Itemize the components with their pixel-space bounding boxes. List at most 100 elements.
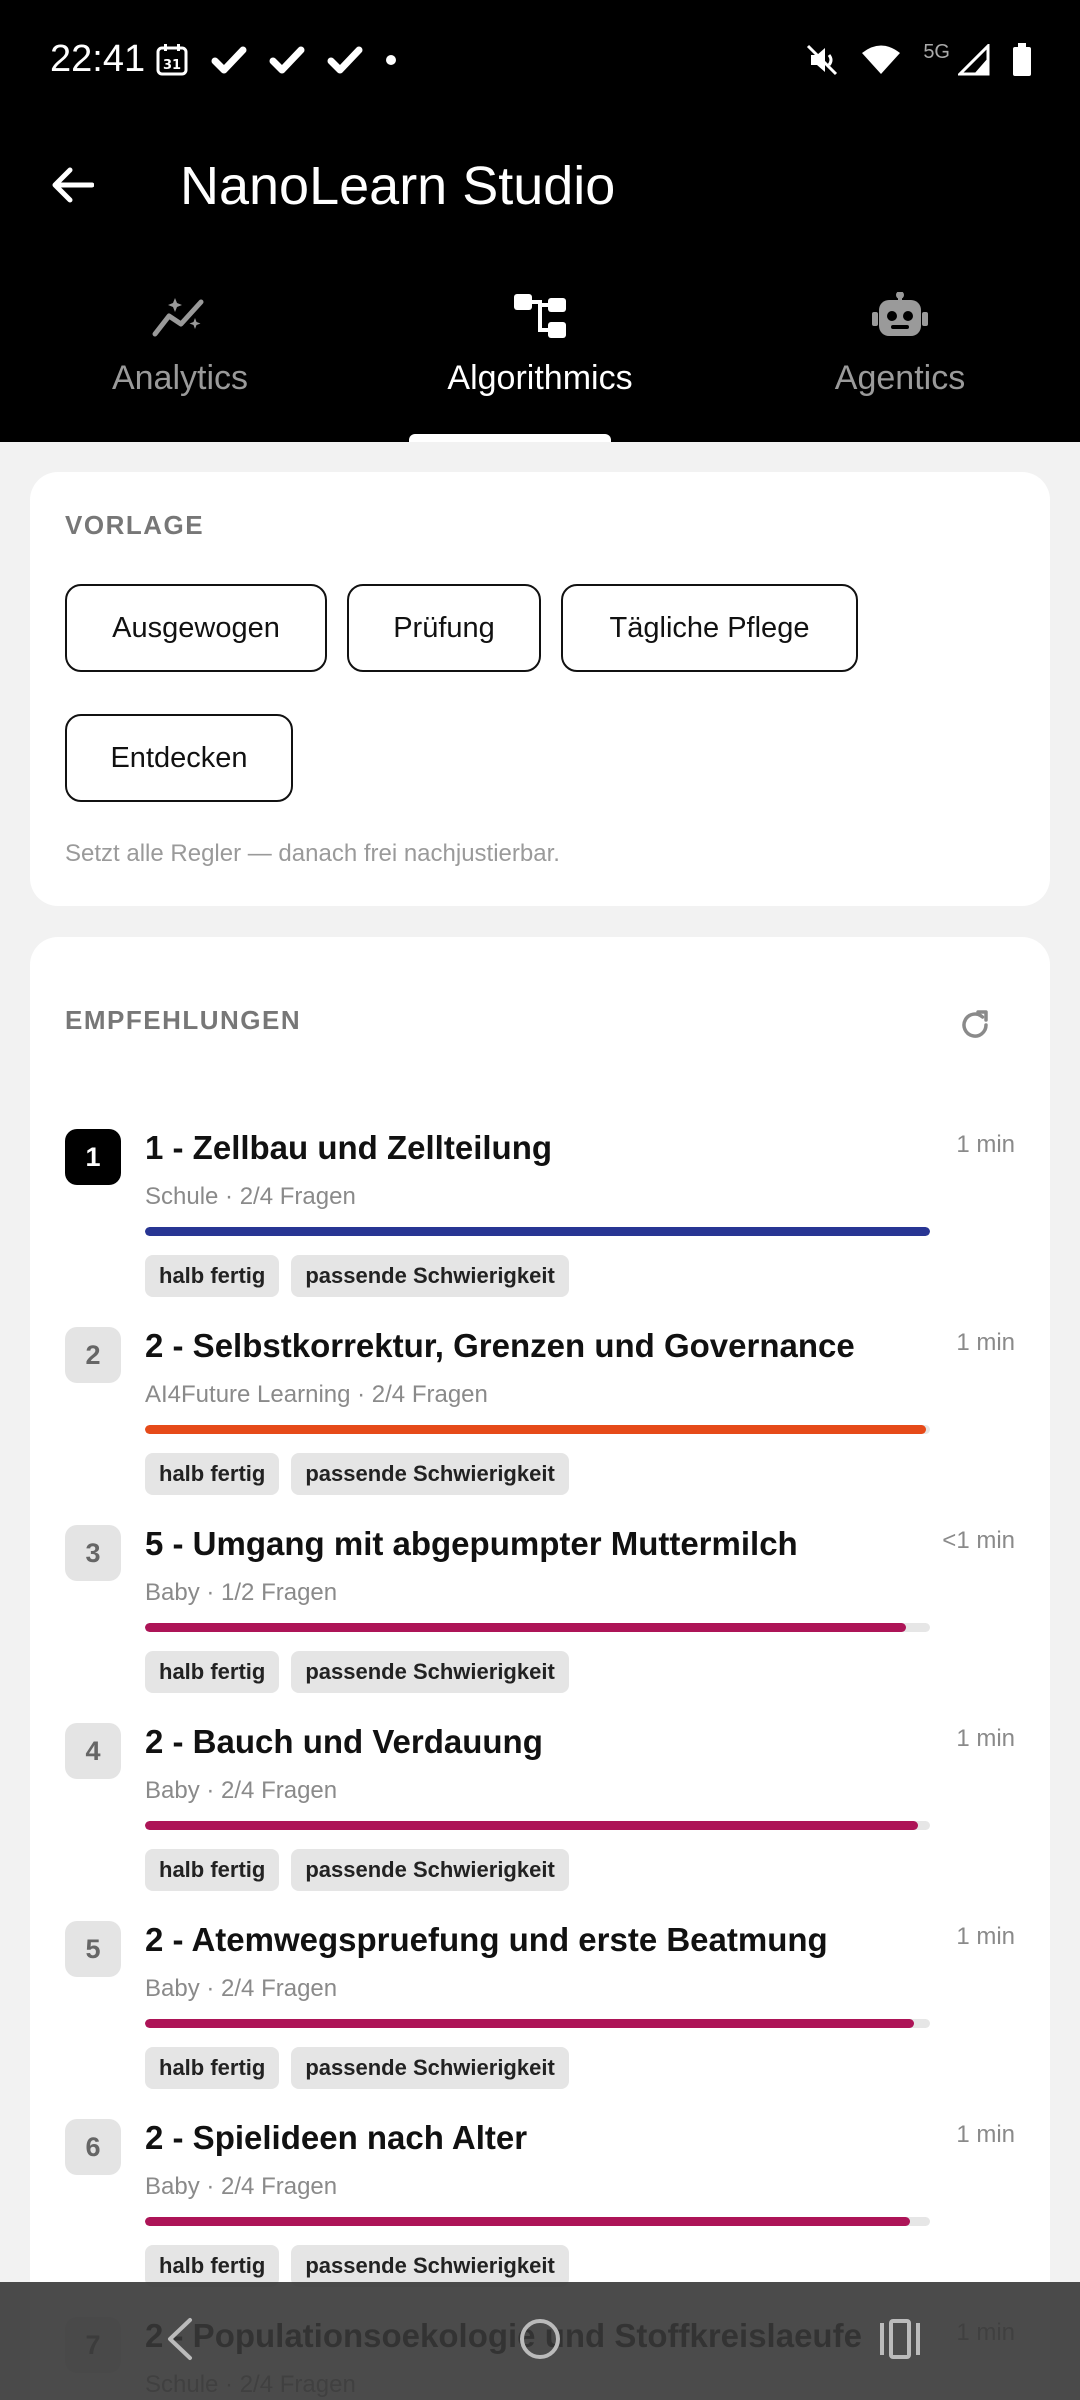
recommendation-duration: 1 min bbox=[956, 1725, 1015, 1752]
back-button[interactable] bbox=[40, 155, 104, 219]
tag: halb fertig bbox=[145, 1651, 280, 1693]
recommendations-title: EMPFEHLUNGEN bbox=[65, 1005, 302, 1035]
progress-bar bbox=[145, 1821, 930, 1830]
tab-label: Analytics bbox=[111, 359, 249, 397]
tag: passende Schwierigkeit bbox=[291, 2245, 569, 2287]
progress-bar bbox=[145, 1425, 930, 1434]
refresh-icon bbox=[957, 1007, 993, 1048]
tab-bar: Analytics Algorithmics Agentics bbox=[0, 250, 1080, 442]
rank-badge: 3 bbox=[65, 1525, 121, 1581]
recommendation-item[interactable]: 1 1 - Zellbau und Zellteilung 1 min Schule … bbox=[30, 1107, 1050, 1305]
recommendation-title: 2 - Bauch und Verdauung bbox=[145, 1723, 543, 1760]
recommendation-item[interactable]: 2 2 - Selbstkorrektur, Grenzen und Govern… bbox=[30, 1305, 1050, 1503]
flow-icon bbox=[512, 292, 568, 345]
battery-icon bbox=[1012, 42, 1032, 82]
recommendation-title: 2 - Atemwegspruefung und erste Beatmung bbox=[145, 1921, 828, 1958]
status-time: 22:41 bbox=[50, 38, 146, 80]
tag: halb fertig bbox=[145, 2047, 280, 2089]
tag-list: halb fertig passende Schwierigkeit bbox=[145, 1255, 569, 1297]
recommendation-title: 2 - Spielideen nach Alter bbox=[145, 2119, 528, 2156]
robot-icon bbox=[871, 291, 929, 345]
preset-hint: Setzt alle Regler — danach frei nachjust… bbox=[65, 840, 560, 867]
recommendation-duration: 1 min bbox=[956, 2121, 1015, 2148]
dot-icon bbox=[385, 53, 397, 71]
calendar-icon: 31 bbox=[155, 43, 189, 82]
preset-chip-pruefung[interactable]: Prüfung bbox=[347, 584, 541, 672]
tag: halb fertig bbox=[145, 1453, 280, 1495]
back-nav-icon bbox=[160, 2316, 200, 2367]
check-icon bbox=[269, 45, 305, 80]
progress-fill bbox=[145, 1227, 930, 1236]
analytics-icon bbox=[151, 292, 209, 345]
tag: passende Schwierigkeit bbox=[291, 1651, 569, 1693]
tab-indicator bbox=[409, 434, 611, 442]
rank-badge: 6 bbox=[65, 2119, 121, 2175]
tab-agentics[interactable]: Agentics bbox=[720, 250, 1080, 442]
recommendation-item[interactable]: 4 2 - Bauch und Verdauung 1 min Baby · 2/4 … bbox=[30, 1701, 1050, 1899]
tab-analytics[interactable]: Analytics bbox=[0, 250, 360, 442]
recommendation-duration: 1 min bbox=[956, 1329, 1015, 1356]
progress-fill bbox=[145, 1821, 919, 1830]
recommendation-meta: AI4Future Learning · 2/4 Fragen bbox=[145, 1381, 488, 1408]
tag-list: halb fertig passende Schwierigkeit bbox=[145, 2245, 569, 2287]
recommendations-card: EMPFEHLUNGEN 1 1 - Zellbau und Zellteilun… bbox=[30, 937, 1050, 2400]
tag-list: halb fertig passende Schwierigkeit bbox=[145, 1453, 569, 1495]
tag: halb fertig bbox=[145, 1849, 280, 1891]
tag: passende Schwierigkeit bbox=[291, 1849, 569, 1891]
preset-chip-ausgewogen[interactable]: Ausgewogen bbox=[65, 584, 327, 672]
recommendation-meta: Baby · 2/4 Fragen bbox=[145, 2173, 338, 2200]
recommendation-item[interactable]: 6 2 - Spielideen nach Alter 1 min Baby · 2/… bbox=[30, 2097, 1050, 2295]
tag-list: halb fertig passende Schwierigkeit bbox=[145, 1651, 569, 1693]
progress-bar bbox=[145, 2217, 930, 2226]
recommendation-item[interactable]: 3 5 - Umgang mit abgepumpter Muttermilch <… bbox=[30, 1503, 1050, 1701]
tag: halb fertig bbox=[145, 2245, 280, 2287]
tag-list: halb fertig passende Schwierigkeit bbox=[145, 1849, 569, 1891]
check-icon bbox=[327, 45, 363, 80]
progress-fill bbox=[145, 2019, 915, 2028]
network-type: 5G bbox=[923, 40, 950, 63]
recommendation-meta: Baby · 2/4 Fragen bbox=[145, 1777, 338, 1804]
progress-bar bbox=[145, 1227, 930, 1236]
tag: passende Schwierigkeit bbox=[291, 1453, 569, 1495]
signal-icon bbox=[956, 41, 990, 81]
refresh-button[interactable] bbox=[945, 997, 1005, 1057]
rank-badge: 2 bbox=[65, 1327, 121, 1383]
preset-title: VORLAGE bbox=[65, 510, 205, 540]
recommendation-duration: <1 min bbox=[942, 1527, 1015, 1554]
progress-fill bbox=[145, 1425, 927, 1434]
tag-list: halb fertig passende Schwierigkeit bbox=[145, 2047, 569, 2089]
rank-badge: 5 bbox=[65, 1921, 121, 1977]
recommendation-meta: Baby · 2/4 Fragen bbox=[145, 1975, 338, 2002]
system-home-button[interactable] bbox=[480, 2296, 600, 2386]
preset-chip-taegliche-pflege[interactable]: Tägliche Pflege bbox=[561, 584, 858, 672]
preset-card: VORLAGE Ausgewogen Prüfung Tägliche Pfle… bbox=[30, 472, 1050, 906]
progress-fill bbox=[145, 2217, 911, 2226]
svg-text:31: 31 bbox=[163, 58, 181, 73]
wifi-icon bbox=[861, 44, 901, 81]
app-bar: NanoLearn Studio bbox=[0, 125, 1080, 250]
system-back-button[interactable] bbox=[120, 2296, 240, 2386]
recommendation-title: 2 - Selbstkorrektur, Grenzen und Governa… bbox=[145, 1327, 855, 1364]
recommendation-item[interactable]: 5 2 - Atemwegspruefung und erste Beatmung… bbox=[30, 1899, 1050, 2097]
rank-badge: 4 bbox=[65, 1723, 121, 1779]
arrow-left-icon bbox=[50, 165, 95, 210]
preset-chip-entdecken[interactable]: Entdecken bbox=[65, 714, 293, 802]
page-title: NanoLearn Studio bbox=[180, 156, 616, 216]
recommendation-duration: 1 min bbox=[956, 1923, 1015, 1950]
tag: passende Schwierigkeit bbox=[291, 1255, 569, 1297]
recommendation-title: 1 - Zellbau und Zellteilung bbox=[145, 1129, 553, 1166]
home-nav-icon bbox=[518, 2317, 562, 2366]
system-nav-bar bbox=[0, 2282, 1080, 2400]
progress-bar bbox=[145, 1623, 930, 1632]
status-bar: 22:41 31 5G bbox=[0, 0, 1080, 125]
check-icon bbox=[211, 45, 247, 80]
tab-algorithmics[interactable]: Algorithmics bbox=[360, 250, 720, 442]
mute-icon bbox=[805, 43, 839, 82]
recents-nav-icon bbox=[878, 2318, 922, 2364]
progress-fill bbox=[145, 1623, 907, 1632]
recommendation-duration: 1 min bbox=[956, 1131, 1015, 1158]
tag: halb fertig bbox=[145, 1255, 280, 1297]
system-recents-button[interactable] bbox=[840, 2296, 960, 2386]
tab-label: Agentics bbox=[834, 359, 966, 397]
rank-badge: 1 bbox=[65, 1129, 121, 1185]
